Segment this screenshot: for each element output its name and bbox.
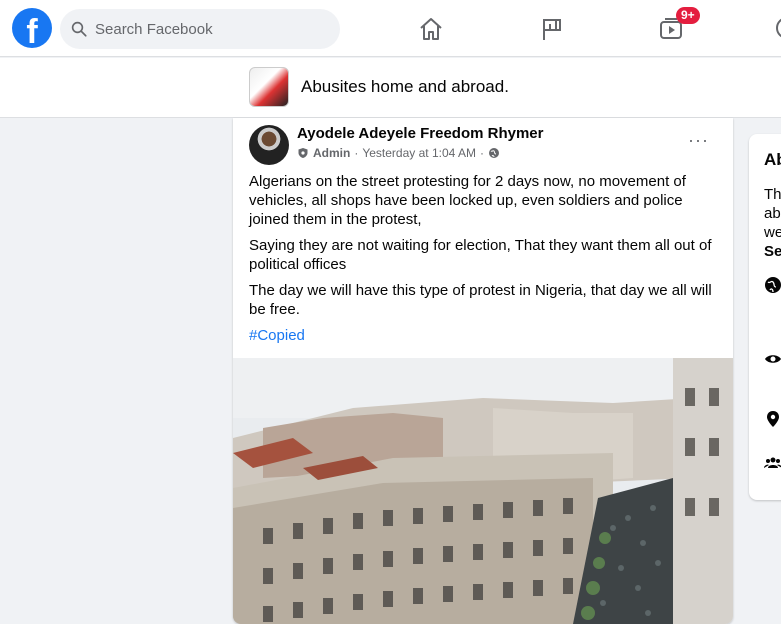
post-paragraph: Saying they are not waiting for election… (249, 237, 712, 273)
about-group-card: Ab Th ab we Se (749, 134, 781, 500)
about-line: ab (764, 205, 781, 222)
post-options-button[interactable]: ··· (688, 130, 709, 151)
about-description: Th ab we Se (764, 185, 781, 261)
group-header: Abusites home and abroad. (0, 58, 781, 118)
notification-badge: 9+ (676, 7, 700, 24)
author-role: Admin (313, 146, 351, 160)
post-author[interactable]: Ayodele Adeyele Freedom Rhymer (297, 125, 543, 142)
globe-icon (488, 148, 499, 158)
post-photo[interactable] (233, 358, 733, 624)
author-avatar[interactable] (249, 125, 289, 165)
search-icon (71, 21, 87, 37)
search-input[interactable] (95, 20, 325, 38)
post-paragraph: The day we will have this type of protes… (249, 282, 712, 318)
globe-icon (765, 277, 781, 293)
meta-separator: · (479, 146, 484, 160)
admin-shield-icon (298, 148, 308, 158)
post-paragraph: Algerians on the street protesting for 2… (249, 173, 686, 228)
post-body: Algerians on the street protesting for 2… (249, 172, 723, 352)
home-icon[interactable] (416, 14, 446, 44)
about-line: we (764, 224, 781, 241)
hashtag-link[interactable]: #Copied (249, 326, 723, 345)
about-line: Th (764, 186, 781, 203)
about-see-more[interactable]: Se (764, 242, 781, 261)
pages-flag-icon[interactable] (537, 14, 567, 44)
search-box[interactable] (60, 9, 340, 49)
location-pin-icon (767, 411, 779, 427)
facebook-logo[interactable]: f (12, 8, 52, 48)
people-icon (764, 457, 781, 468)
menu-circle-icon[interactable] (776, 17, 781, 39)
eye-icon (765, 355, 781, 363)
post-meta: Admin · Yesterday at 1:04 AM · (297, 146, 500, 160)
post-card: Ayodele Adeyele Freedom Rhymer Admin · Y… (233, 118, 733, 624)
group-thumbnail[interactable] (249, 67, 289, 107)
post-time[interactable]: Yesterday at 1:04 AM (362, 146, 476, 160)
top-navigation-bar: f 9+ (0, 0, 781, 57)
protest-street-photo (233, 358, 733, 624)
meta-separator: · (354, 146, 359, 160)
about-title: Ab (764, 150, 781, 169)
group-name[interactable]: Abusites home and abroad. (301, 77, 509, 97)
